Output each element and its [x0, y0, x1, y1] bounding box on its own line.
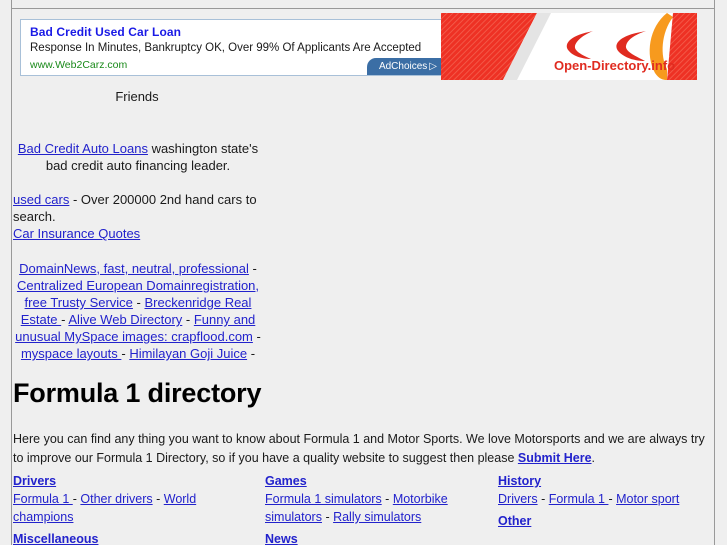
directory-category: Games Formula 1 simulators - Motorbike si…	[265, 472, 495, 526]
link-separator: -	[537, 492, 549, 506]
directory-category: Other	[498, 512, 713, 530]
directory-category: History Drivers - Formula 1 - Motor sport	[498, 472, 713, 508]
content-left-rule	[11, 0, 12, 545]
content-right-rule	[714, 0, 715, 545]
page-title: Formula 1 directory	[13, 378, 262, 408]
friends-partner-link[interactable]: DomainNews, fast, neutral, professional	[19, 261, 249, 276]
ad-title-link[interactable]: Bad Credit Used Car Loan	[30, 25, 181, 39]
car-insurance-quotes-link[interactable]: Car Insurance Quotes	[13, 226, 140, 241]
adchoices-badge[interactable]: AdChoices ▷	[366, 58, 444, 75]
ad-description: Response In Minutes, Bankruptcy OK, Over…	[30, 42, 422, 54]
friends-partner-link[interactable]: Himilayan Goji Juice	[129, 346, 247, 361]
link-separator: -	[182, 312, 194, 327]
directory-column-0: Drivers Formula 1 - Other drivers - World…	[13, 472, 258, 545]
directory-category: News	[265, 530, 495, 545]
link-separator: -	[247, 346, 256, 361]
link-separator: -	[381, 492, 393, 506]
used-cars-link[interactable]: used cars	[13, 192, 69, 207]
category-link[interactable]: Rally simulators	[333, 510, 421, 524]
banner-artwork: Open-Directory.info	[441, 13, 697, 80]
intro-text-before: Here you can find any thing you want to …	[13, 432, 705, 465]
category-links: Drivers - Formula 1 - Motor sport	[498, 490, 713, 508]
ad-display-url[interactable]: www.Web2Carz.com	[30, 59, 127, 71]
link-separator: -	[152, 492, 164, 506]
link-separator: -	[252, 329, 261, 344]
friends-partner-links: DomainNews, fast, neutral, professional …	[13, 260, 263, 362]
link-separator: -	[321, 510, 334, 524]
friends-entry-1: Bad Credit Auto Loans washington state's…	[13, 140, 263, 174]
link-separator: -	[248, 261, 257, 276]
friends-heading: Friends	[115, 89, 159, 104]
category-heading-link[interactable]: Other	[498, 512, 713, 530]
category-link[interactable]: Drivers	[498, 492, 538, 506]
friends-partner-link[interactable]: myspace layouts	[21, 346, 121, 361]
adchoices-label: AdChoices	[378, 61, 428, 72]
text-advertisement[interactable]: Bad Credit Used Car Loan Response In Min…	[20, 19, 445, 76]
category-link[interactable]: Formula 1 simulators	[265, 492, 382, 506]
category-link[interactable]: Formula 1	[13, 492, 73, 506]
intro-paragraph: Here you can find any thing you want to …	[13, 430, 713, 468]
adchoices-triangle-icon: ▷	[429, 61, 437, 72]
category-heading-link[interactable]: Miscellaneous	[13, 530, 258, 545]
content-top-rule	[11, 8, 715, 9]
friends-partner-link[interactable]: Alive Web Directory	[68, 312, 182, 327]
category-heading-link[interactable]: Drivers	[13, 472, 258, 490]
category-heading-link[interactable]: News	[265, 530, 495, 545]
category-links: Formula 1 - Other drivers - World champi…	[13, 490, 258, 526]
directory-category: Drivers Formula 1 - Other drivers - World…	[13, 472, 258, 526]
category-heading-link[interactable]: Games	[265, 472, 495, 490]
category-link[interactable]: Formula 1	[549, 492, 609, 506]
submit-here-link[interactable]: Submit Here	[518, 451, 592, 465]
bad-credit-auto-loans-link[interactable]: Bad Credit Auto Loans	[18, 141, 148, 156]
category-heading-link[interactable]: History	[498, 472, 713, 490]
directory-column-2: History Drivers - Formula 1 - Motor sport…	[498, 472, 713, 534]
category-link[interactable]: Other drivers	[80, 492, 152, 506]
link-separator: -	[608, 492, 617, 506]
category-link[interactable]: Motor sport	[616, 492, 679, 506]
page-root: Bad Credit Used Car Loan Response In Min…	[0, 0, 727, 545]
directory-category: Miscellaneous	[13, 530, 258, 545]
intro-text-after: .	[591, 451, 596, 465]
friends-entry-2: used cars - Over 200000 2nd hand cars to…	[13, 191, 263, 242]
directory-columns: Drivers Formula 1 - Other drivers - World…	[13, 472, 713, 545]
directory-column-1: Games Formula 1 simulators - Motorbike si…	[265, 472, 495, 545]
link-separator: -	[132, 295, 145, 310]
open-directory-banner[interactable]: Open-Directory.info	[441, 13, 697, 80]
svg-text:Open-Directory.info: Open-Directory.info	[554, 58, 675, 73]
category-links: Formula 1 simulators - Motorbike simulat…	[265, 490, 495, 526]
